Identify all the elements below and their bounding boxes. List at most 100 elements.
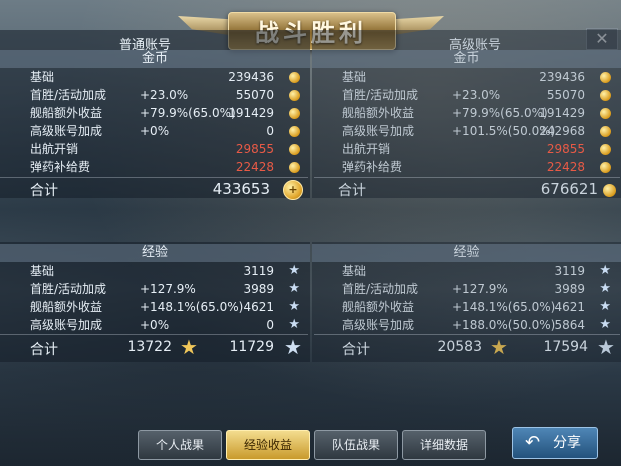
gold-row: 出航开销 29855 xyxy=(342,140,621,158)
share-arrow-icon: ↶ xyxy=(525,432,541,453)
gold-coin-icon xyxy=(289,162,300,173)
normal-exp-total-label: 合计 xyxy=(30,342,58,358)
gold-row: 基础 239436 xyxy=(342,68,621,86)
premium-exp-section: 经验 xyxy=(312,244,621,262)
exp-row: 高级账号加成 +188.0%(50.0%) 5864 ★ xyxy=(342,316,621,334)
normal-gold-total-label: 合计 xyxy=(30,183,58,199)
premium-exp-total-a: 20583 xyxy=(437,339,482,355)
row-label: 弹药补给费 xyxy=(30,160,91,174)
gold-row: 舰船额外收益 +79.9%(65.0%) 191429 xyxy=(30,104,310,122)
row-value: 239436 xyxy=(539,70,585,84)
normal-gold-section: 金币 xyxy=(0,50,310,68)
gold-coin-icon xyxy=(289,108,300,119)
normal-gold-total: 433653 xyxy=(212,180,270,198)
gold-coin-icon xyxy=(600,126,611,137)
share-label: 分享 xyxy=(553,435,581,451)
row-value: 29855 xyxy=(546,142,585,156)
gold-coin-icon xyxy=(600,144,611,155)
row-value: 239436 xyxy=(228,70,274,84)
exp-row: 首胜/活动加成 +127.9% 3989 ★ xyxy=(342,280,621,298)
row-value: 4621 xyxy=(243,300,274,314)
star-icon: ★ xyxy=(599,263,611,278)
row-value: 55070 xyxy=(546,88,585,102)
row-value: 242968 xyxy=(539,124,585,138)
premium-gold-divider xyxy=(314,177,620,178)
row-percentage: +23.0% xyxy=(140,88,189,102)
row-value: 3989 xyxy=(243,282,274,296)
share-button[interactable]: ↶ 分享 xyxy=(512,427,598,459)
row-percentage: +188.0%(50.0%) xyxy=(452,318,556,332)
exp-row: 基础 3119 ★ xyxy=(30,262,310,280)
row-percentage: +127.9% xyxy=(452,282,508,296)
premium-exp-total-label: 合计 xyxy=(342,342,370,358)
row-label: 首胜/活动加成 xyxy=(30,88,107,102)
gold-coin-icon xyxy=(600,90,611,101)
row-label: 基础 xyxy=(342,264,367,278)
row-value: 4621 xyxy=(554,300,585,314)
gold-row: 舰船额外收益 +79.9%(65.0%) 191429 xyxy=(342,104,621,122)
row-label: 出航开销 xyxy=(30,142,79,156)
row-value: 22428 xyxy=(546,160,585,174)
row-label: 高级账号加成 xyxy=(30,318,103,332)
normal-exp-total-b: 11729 xyxy=(229,339,274,355)
normal-exp-section: 经验 xyxy=(0,244,310,262)
premium-gold-total-label: 合计 xyxy=(338,183,366,199)
row-value: 3989 xyxy=(554,282,585,296)
row-label: 舰船额外收益 xyxy=(342,300,415,314)
gold-coin-icon xyxy=(600,72,611,83)
row-label: 舰船额外收益 xyxy=(342,106,415,120)
row-label: 出航开销 xyxy=(342,142,391,156)
normal-gold-divider xyxy=(0,177,308,178)
row-label: 高级账号加成 xyxy=(342,124,415,138)
tab-exp-income[interactable]: 经验收益 xyxy=(226,430,310,460)
gold-coin-icon xyxy=(289,144,300,155)
exp-row: 基础 3119 ★ xyxy=(342,262,621,280)
row-label: 基础 xyxy=(30,70,55,84)
row-value: 3119 xyxy=(554,264,585,278)
row-label: 高级账号加成 xyxy=(30,124,103,138)
row-percentage: +0% xyxy=(140,124,170,138)
row-value: 0 xyxy=(266,318,274,332)
tab-detail-data[interactable]: 详细数据 xyxy=(402,430,486,460)
gold-coin-icon: + xyxy=(283,180,303,200)
row-value: 3119 xyxy=(243,264,274,278)
gold-coin-icon xyxy=(289,90,300,101)
row-label: 首胜/活动加成 xyxy=(30,282,107,296)
gold-coin-icon xyxy=(600,108,611,119)
gold-row: 首胜/活动加成 +23.0% 55070 xyxy=(342,86,621,104)
gold-row: 弹药补给费 22428 xyxy=(342,158,621,176)
row-percentage: +79.9%(65.0%) xyxy=(140,106,236,120)
row-value: 0 xyxy=(266,124,274,138)
exp-row: 舰船额外收益 +148.1%(65.0%) 4621 ★ xyxy=(342,298,621,316)
row-percentage: +148.1%(65.0%) xyxy=(452,300,556,314)
gold-row: 弹药补给费 22428 xyxy=(30,158,310,176)
row-percentage: +148.1%(65.0%) xyxy=(140,300,244,314)
star-icon: ★ xyxy=(599,281,611,296)
star-icon: ★ xyxy=(288,299,300,314)
premium-gold-section: 金币 xyxy=(312,50,621,68)
tab-team-result[interactable]: 队伍战果 xyxy=(314,430,398,460)
normal-exp-total-a: 13722 xyxy=(127,339,172,355)
gold-star-icon: ★ xyxy=(490,335,508,359)
row-label: 舰船额外收益 xyxy=(30,300,103,314)
row-value: 29855 xyxy=(235,142,274,156)
gold-row: 高级账号加成 +101.5%(50.0%) 242968 xyxy=(342,122,621,140)
row-label: 基础 xyxy=(30,264,55,278)
exp-row: 舰船额外收益 +148.1%(65.0%) 4621 ★ xyxy=(30,298,310,316)
row-label: 首胜/活动加成 xyxy=(342,88,419,102)
gold-star-icon: ★ xyxy=(180,335,198,359)
gold-row: 首胜/活动加成 +23.0% 55070 xyxy=(30,86,310,104)
star-icon: ★ xyxy=(284,335,302,359)
star-icon: ★ xyxy=(288,317,300,332)
tab-personal-result[interactable]: 个人战果 xyxy=(138,430,222,460)
row-percentage: +79.9%(65.0%) xyxy=(452,106,548,120)
gold-coin-icon xyxy=(600,162,611,173)
premium-exp-total-b: 17594 xyxy=(543,339,588,355)
exp-row: 首胜/活动加成 +127.9% 3989 ★ xyxy=(30,280,310,298)
row-label: 首胜/活动加成 xyxy=(342,282,419,296)
gold-coin-icon xyxy=(289,72,300,83)
normal-exp-divider xyxy=(0,334,308,335)
row-value: 191429 xyxy=(228,106,274,120)
premium-gold-total: 676621 xyxy=(540,180,598,198)
row-percentage: +23.0% xyxy=(452,88,501,102)
